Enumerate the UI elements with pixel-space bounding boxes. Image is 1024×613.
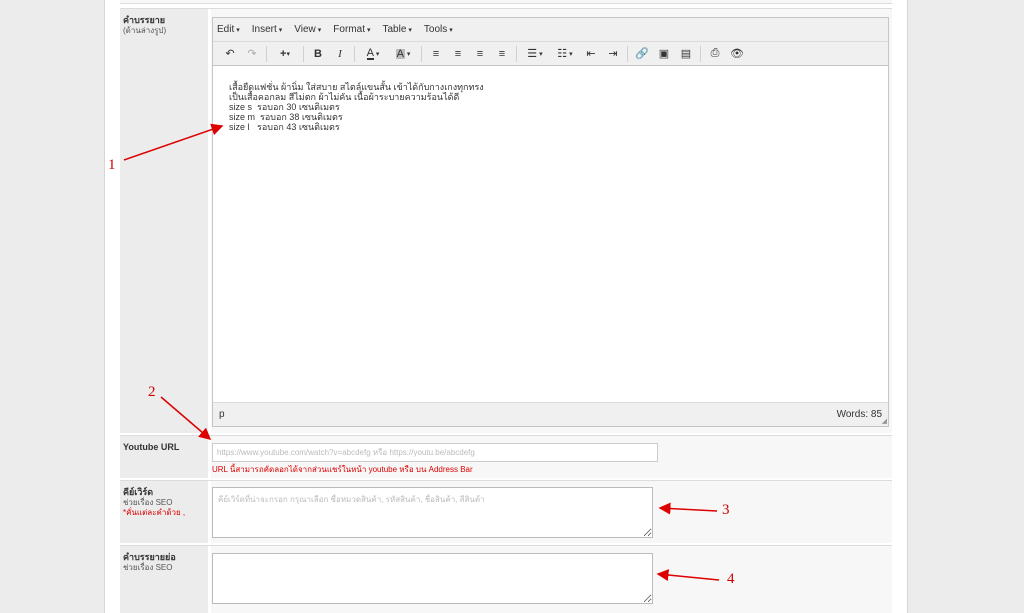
annotation-arrows — [123, 123, 720, 581]
arrow-3 — [658, 502, 718, 515]
annotation-4: 4 — [727, 571, 735, 587]
arrow-1 — [123, 123, 224, 161]
annotation-1: 1 — [108, 157, 116, 173]
annotation-3: 3 — [722, 502, 730, 518]
annotation-2: 2 — [148, 384, 156, 400]
arrow-4 — [656, 569, 720, 581]
arrow-2 — [160, 396, 212, 440]
